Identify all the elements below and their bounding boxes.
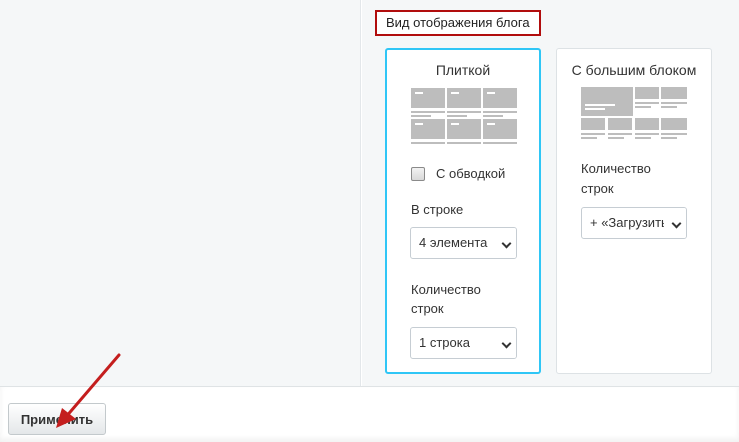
annotation-arrow-icon [56, 353, 121, 428]
